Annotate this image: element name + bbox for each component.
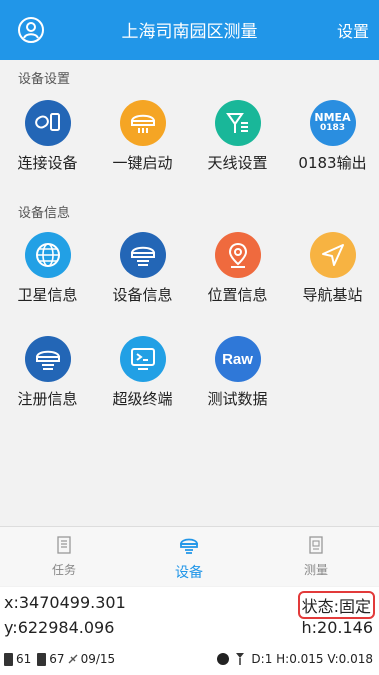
coord-x: x:3470499.301	[4, 593, 126, 612]
solution-state: 状态:固定	[297, 591, 375, 619]
tile-label: 注册信息	[17, 390, 78, 408]
section-device-settings: 设备设置	[18, 72, 71, 87]
measure-icon	[309, 536, 323, 554]
record-icon	[217, 653, 230, 665]
tile-label: 设备信息	[112, 286, 173, 304]
battery-icon	[37, 652, 47, 666]
tile-test-data[interactable]: Raw 测试数据	[190, 336, 285, 409]
navigation-icon	[309, 232, 356, 278]
tile-nav-base[interactable]: 导航基站	[285, 232, 379, 305]
satellite-icon	[68, 654, 78, 664]
terminal-icon	[119, 336, 166, 382]
receiver-start-icon	[119, 100, 166, 146]
tile-label: 连接设备	[17, 154, 78, 172]
register-icon	[24, 336, 71, 382]
coord-y: y:622984.096	[4, 618, 115, 637]
antenna-status-icon	[236, 653, 245, 665]
coord-h: h:20.146	[301, 618, 373, 637]
sat-count-c: 09/15	[80, 652, 116, 666]
location-pin-icon	[214, 232, 261, 278]
tile-device-info[interactable]: 设备信息	[95, 232, 190, 305]
sat-count-b: 67	[49, 652, 65, 666]
raw-icon-text: Raw	[222, 350, 253, 368]
tab-task[interactable]: 任务	[24, 535, 104, 578]
nmea-icon-bottom: 0183	[319, 123, 346, 133]
sat-count-a: 61	[16, 652, 32, 666]
tile-nmea-output[interactable]: NMEA 0183 0183输出	[285, 100, 379, 173]
tile-label: 天线设置	[207, 154, 268, 172]
tile-super-terminal[interactable]: 超级终端	[95, 336, 190, 409]
tile-label: 卫星信息	[17, 286, 78, 304]
tile-label: 0183输出	[298, 154, 367, 172]
raw-data-icon: Raw	[214, 336, 261, 382]
status-bar: 61 67 09/15 D:1 H:0.015 V:0.018	[0, 647, 379, 675]
tile-position-info[interactable]: 位置信息	[190, 232, 285, 305]
globe-icon	[24, 232, 71, 278]
app-header: 上海司南园区测量 设置	[0, 0, 379, 60]
tab-label: 设备	[175, 565, 203, 581]
tab-device[interactable]: 设备	[149, 535, 229, 582]
status-panel: x:3470499.301 y:622984.096 状态:固定 h:20.14…	[0, 587, 379, 675]
tab-label: 测量	[303, 563, 328, 577]
antenna-icon	[214, 100, 261, 146]
section-device-info: 设备信息	[18, 206, 71, 221]
connect-device-icon	[24, 100, 71, 146]
nmea-icon: NMEA 0183	[309, 100, 356, 146]
tile-label: 一键启动	[112, 154, 173, 172]
receiver-tab-icon	[180, 538, 198, 554]
precision-readout: D:1 H:0.015 V:0.018	[251, 652, 373, 666]
tab-measure[interactable]: 测量	[276, 535, 356, 578]
tile-label: 测试数据	[207, 390, 268, 408]
tile-register-info[interactable]: 注册信息	[0, 336, 95, 409]
battery-icon	[4, 652, 13, 666]
settings-button[interactable]: 设置	[337, 18, 369, 42]
tile-label: 超级终端	[112, 390, 173, 408]
tab-label: 任务	[51, 563, 76, 577]
tile-label: 导航基站	[302, 286, 363, 304]
tile-one-click-start[interactable]: 一键启动	[95, 100, 190, 173]
tile-connect-device[interactable]: 连接设备	[0, 100, 95, 173]
task-icon	[57, 536, 71, 554]
receiver-info-icon	[119, 232, 166, 278]
tile-antenna-settings[interactable]: 天线设置	[190, 100, 285, 173]
page-title: 上海司南园区测量	[121, 22, 258, 42]
tile-satellite-info[interactable]: 卫星信息	[0, 232, 95, 305]
bottom-tab-bar: 任务 设备 测量	[0, 526, 379, 586]
tile-label: 位置信息	[207, 286, 268, 304]
